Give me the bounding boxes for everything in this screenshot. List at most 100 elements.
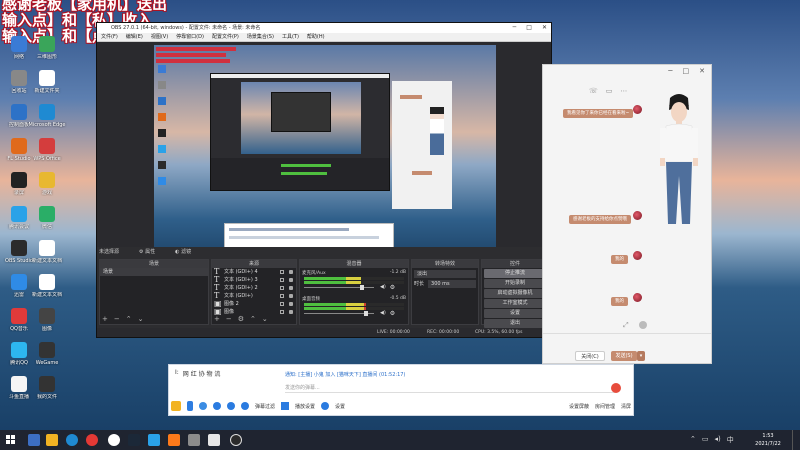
minimize-icon[interactable]: ─: [668, 67, 672, 75]
gear-icon[interactable]: ⚙: [390, 284, 395, 291]
minimize-icon[interactable]: ─: [513, 23, 517, 33]
screenshot-icon[interactable]: [199, 402, 207, 410]
visibility-icon[interactable]: [280, 270, 284, 274]
source-item[interactable]: T 文本 (GDI+) 3: [212, 276, 296, 284]
close-icon[interactable]: ✕: [542, 23, 547, 33]
settings-icon[interactable]: [639, 321, 647, 329]
qq-icon[interactable]: [148, 434, 160, 446]
properties-button[interactable]: ⚙ 属性: [139, 247, 155, 257]
network-icon[interactable]: ▭: [702, 435, 709, 445]
danmaku-input[interactable]: 发送你的弹幕...: [285, 383, 615, 393]
desktop-icon[interactable]: 微信: [28, 206, 66, 240]
source-item[interactable]: T 文本 (GDI+) 4: [212, 268, 296, 276]
douyu-icon[interactable]: [168, 434, 180, 446]
mic-icon[interactable]: [187, 401, 193, 411]
desktop-icon[interactable]: 我的文件: [28, 376, 66, 410]
microphone-icon[interactable]: [611, 383, 621, 393]
volume-icon[interactable]: ◂): [715, 435, 721, 445]
maximize-icon[interactable]: □: [526, 23, 532, 33]
settings-icon[interactable]: [321, 402, 330, 410]
maximize-icon[interactable]: □: [683, 67, 690, 75]
obs-icon[interactable]: [230, 434, 242, 446]
settings-tab[interactable]: 设置: [335, 403, 345, 410]
chrome-icon[interactable]: [108, 434, 120, 446]
desktop-icon[interactable]: 游戏: [28, 172, 66, 206]
menu-item[interactable]: 配置文件(P): [212, 33, 239, 41]
cast-icon[interactable]: [213, 402, 221, 410]
desktop-icon[interactable]: 三维图形: [28, 36, 66, 70]
speaker-icon[interactable]: ◀): [380, 284, 386, 290]
lock-icon[interactable]: [289, 302, 293, 306]
close-icon[interactable]: ✕: [699, 67, 705, 75]
block-settings-button[interactable]: 设置屏蔽: [569, 403, 589, 410]
send-button[interactable]: 发送(S): [611, 351, 637, 361]
add-source-icon[interactable]: +: [214, 315, 220, 323]
remove-scene-icon[interactable]: −: [114, 315, 120, 323]
add-scene-icon[interactable]: +: [102, 315, 108, 323]
phone-icon[interactable]: ☏: [589, 87, 598, 95]
room-manage-button[interactable]: 房间管理: [595, 403, 615, 410]
play-icon[interactable]: [281, 402, 290, 410]
media-icon[interactable]: [86, 434, 98, 446]
source-settings-icon[interactable]: ⚙: [238, 315, 244, 323]
windows-start-icon[interactable]: [6, 435, 16, 445]
visibility-icon[interactable]: [280, 286, 284, 290]
duration-input[interactable]: 300 ms: [428, 280, 476, 288]
close-chat-button[interactable]: 关闭(C): [575, 351, 605, 361]
app-icon[interactable]: [208, 434, 220, 446]
control-button[interactable]: 退出: [484, 319, 546, 328]
volume-slider[interactable]: ◀) ⚙: [304, 310, 404, 317]
lock-icon[interactable]: [289, 278, 293, 282]
source-item[interactable]: ▣ 图像 2: [212, 300, 296, 308]
lock-icon[interactable]: [289, 270, 293, 274]
task-view-icon[interactable]: [28, 434, 40, 446]
control-button[interactable]: 设置: [484, 309, 546, 318]
steam-icon[interactable]: [128, 434, 140, 446]
chevron-up-icon[interactable]: ⌃: [690, 435, 696, 445]
filter-tab[interactable]: 弹幕过滤: [255, 403, 275, 410]
visibility-icon[interactable]: [280, 302, 284, 306]
desktop-icon[interactable]: 新建文件夹: [28, 70, 66, 104]
visibility-icon[interactable]: [280, 310, 284, 314]
file-explorer-icon[interactable]: [46, 434, 58, 446]
lock-icon[interactable]: [289, 310, 293, 314]
control-button[interactable]: 启动虚拟摄像机: [484, 289, 546, 298]
playback-settings-tab[interactable]: 播放设置: [295, 403, 315, 410]
emoji-icon[interactable]: [171, 401, 181, 411]
gift-icon[interactable]: [227, 402, 235, 410]
send-options-icon[interactable]: ▾: [637, 351, 645, 361]
obs-preview-canvas[interactable]: [154, 45, 496, 263]
menu-item[interactable]: 场景集合(S): [247, 33, 274, 41]
desktop-icon[interactable]: Microsoft Edge: [28, 104, 66, 138]
menu-item[interactable]: 帮助(H): [307, 33, 325, 41]
desktop-icon[interactable]: 新建文本文档: [28, 240, 66, 274]
speaker-icon[interactable]: ◀): [380, 310, 386, 316]
lock-icon[interactable]: [289, 286, 293, 290]
edge-icon[interactable]: [66, 434, 78, 446]
control-button[interactable]: 开始录制: [484, 279, 546, 288]
image-icon[interactable]: [241, 402, 249, 410]
filters-button[interactable]: ◐ 滤镜: [175, 247, 191, 257]
visibility-icon[interactable]: [280, 294, 284, 298]
desktop-icon[interactable]: 新建文本文档: [28, 274, 66, 308]
control-button[interactable]: 工作室模式: [484, 299, 546, 308]
gear-icon[interactable]: ⚙: [390, 310, 395, 317]
input-language[interactable]: 中: [727, 435, 734, 445]
desktop-icon[interactable]: 图像: [28, 308, 66, 342]
show-desktop-button[interactable]: [792, 430, 796, 450]
clock[interactable]: 1:53 2021/7/22: [748, 432, 788, 448]
menu-item[interactable]: 编辑(E): [126, 33, 143, 41]
desktop-icon[interactable]: WeGame: [28, 342, 66, 376]
app-icon[interactable]: [188, 434, 200, 446]
source-item[interactable]: T 文本 (GDI+) 2: [212, 284, 296, 292]
visibility-icon[interactable]: [280, 278, 284, 282]
menu-item[interactable]: 视图(V): [151, 33, 168, 41]
lock-icon[interactable]: [289, 294, 293, 298]
move-down-icon[interactable]: ⌄: [262, 315, 268, 323]
desktop-icon[interactable]: WPS Office: [28, 138, 66, 172]
remove-source-icon[interactable]: −: [226, 315, 232, 323]
clear-button[interactable]: 清屏: [621, 403, 631, 410]
menu-item[interactable]: 工具(T): [282, 33, 299, 41]
move-up-icon[interactable]: ⌃: [126, 315, 132, 323]
menu-item[interactable]: 停靠窗口(D): [176, 33, 204, 41]
